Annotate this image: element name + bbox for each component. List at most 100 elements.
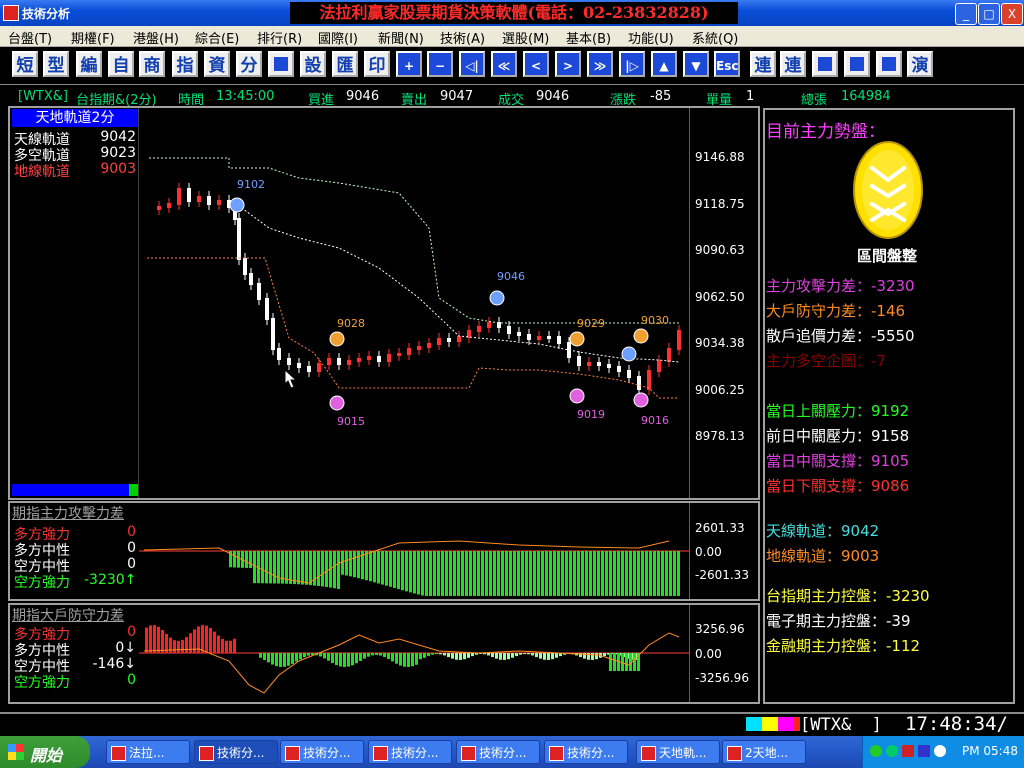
- task-app-icon: [373, 746, 388, 761]
- toolbar-button-21[interactable]: ▼: [683, 51, 709, 77]
- toolbar-button-16[interactable]: <: [523, 51, 549, 77]
- menu-item-0[interactable]: 台盤(T): [8, 28, 52, 47]
- candle-body: [377, 356, 381, 362]
- menu-item-11[interactable]: 系統(Q): [692, 28, 738, 47]
- toolbar-button-9[interactable]: 設: [300, 51, 326, 77]
- task-app-icon: [461, 746, 476, 761]
- histogram-bar: [527, 653, 530, 655]
- candle-body: [257, 283, 261, 300]
- defense-row-label: 空方強力: [14, 675, 70, 691]
- menu-item-7[interactable]: 技術(A): [440, 28, 485, 47]
- toolbar-button-2[interactable]: 編: [76, 51, 102, 77]
- toolbar-button-12[interactable]: +: [396, 51, 422, 77]
- candle-body: [627, 370, 631, 378]
- minimize-button[interactable]: _: [955, 3, 977, 25]
- taskbar-task[interactable]: 技術分...: [368, 740, 452, 764]
- taskbar-task[interactable]: 天地軌...: [636, 740, 720, 764]
- histogram-bar: [529, 551, 532, 596]
- histogram-bar: [267, 653, 270, 663]
- defense-row-value: 0↓: [115, 640, 136, 656]
- candlestick-chart[interactable]: 9102 9046 9028 9029 9030 9015 9019 9016: [139, 108, 689, 496]
- toolbar-button-10[interactable]: 匯: [332, 51, 358, 77]
- toolbar-button-1[interactable]: 型: [43, 51, 69, 77]
- histogram-bar: [349, 551, 352, 577]
- toolbar-button-13[interactable]: −: [427, 51, 453, 77]
- toolbar-button-5[interactable]: 指: [172, 51, 198, 77]
- toolbar-button-3[interactable]: 自: [108, 51, 134, 77]
- toolbar-button-15[interactable]: ≪: [491, 51, 517, 77]
- histogram-bar: [391, 653, 394, 662]
- tray-app-icon[interactable]: [918, 745, 930, 757]
- taskbar-task[interactable]: 技術分...: [194, 740, 278, 764]
- taskbar-task[interactable]: 技術分...: [456, 740, 540, 764]
- candle-body: [587, 362, 591, 366]
- windows-logo-icon: [8, 744, 24, 760]
- menu-item-8[interactable]: 選股(M): [502, 28, 549, 47]
- histogram-bar: [581, 551, 584, 596]
- menu-item-4[interactable]: 排行(R): [257, 28, 302, 47]
- toolbar-button-17[interactable]: >: [555, 51, 581, 77]
- taskbar-task[interactable]: 技術分...: [280, 740, 364, 764]
- marker-price-label: 9030: [641, 314, 669, 327]
- toolbar-button-8[interactable]: [268, 51, 294, 77]
- histogram-bar: [153, 625, 156, 653]
- histogram-bar: [335, 653, 338, 666]
- toolbar-button-14[interactable]: ◁|: [459, 51, 485, 77]
- menu-item-6[interactable]: 新聞(N): [378, 28, 424, 47]
- menu-item-10[interactable]: 功能(U): [628, 28, 674, 47]
- toolbar-button-18[interactable]: ≫: [587, 51, 613, 77]
- histogram-bar: [625, 653, 628, 671]
- toolbar-button-26[interactable]: [844, 51, 870, 77]
- menu-item-1[interactable]: 期權(F): [71, 28, 115, 47]
- toolbar-button-25[interactable]: [812, 51, 838, 77]
- close-button[interactable]: X: [1001, 3, 1023, 25]
- toolbar-button-0[interactable]: 短: [12, 51, 38, 77]
- toolbar-button-24[interactable]: 連: [780, 51, 806, 77]
- histogram-bar: [463, 653, 466, 660]
- histogram-bar: [403, 653, 406, 667]
- toolbar-button-4[interactable]: 商: [139, 51, 165, 77]
- toolbar-button-19[interactable]: |▷: [619, 51, 645, 77]
- candle-body: [367, 356, 371, 360]
- color-swatch-yellow: [762, 717, 778, 731]
- histogram-bar: [341, 551, 344, 575]
- toolbar-button-23[interactable]: 連: [750, 51, 776, 77]
- marker-price-label: 9029: [577, 317, 605, 330]
- candle-body: [217, 200, 221, 205]
- histogram-bar: [449, 551, 452, 596]
- taskbar-task[interactable]: 2天地...: [722, 740, 806, 764]
- toolbar-button-11[interactable]: 印: [364, 51, 390, 77]
- toolbar-button-20[interactable]: ▲: [651, 51, 677, 77]
- histogram-bar: [469, 551, 472, 596]
- tray-app-icon[interactable]: [870, 745, 882, 757]
- candle-body: [607, 364, 611, 368]
- sub1-title: 期指主力攻擊力差: [12, 506, 124, 522]
- histogram-bar: [543, 653, 546, 660]
- menu-item-9[interactable]: 基本(B): [566, 28, 611, 47]
- info-line: 電子期主力控盤：-39: [766, 612, 911, 630]
- histogram-bar: [317, 551, 320, 586]
- tray-speaker-icon[interactable]: [934, 745, 946, 757]
- toolbar-button-28[interactable]: 演: [907, 51, 933, 77]
- toolbar-button-27[interactable]: [876, 51, 902, 77]
- tray-app-icon[interactable]: [886, 745, 898, 757]
- candle-body: [557, 336, 561, 344]
- histogram-bar: [419, 653, 422, 660]
- histogram-bar: [249, 551, 252, 569]
- maximize-button[interactable]: □: [978, 3, 1000, 25]
- menu-item-2[interactable]: 港盤(H): [133, 28, 179, 47]
- bottom-symbol: [WTX& ]: [800, 715, 882, 735]
- histogram-bar: [649, 551, 652, 596]
- toolbar-button-6[interactable]: 資: [204, 51, 230, 77]
- histogram-bar: [145, 627, 148, 653]
- taskbar-task[interactable]: 法拉...: [106, 740, 190, 764]
- taskbar-task[interactable]: 技術分...: [544, 740, 628, 764]
- start-button[interactable]: 開始: [0, 736, 90, 768]
- menu-item-3[interactable]: 綜合(E): [195, 28, 239, 47]
- menu-item-5[interactable]: 國際(I): [318, 28, 358, 47]
- scroll-thumb[interactable]: [129, 484, 138, 496]
- toolbar-button-22[interactable]: Esc: [714, 51, 740, 77]
- toolbar-button-7[interactable]: 分: [236, 51, 262, 77]
- tray-app-icon[interactable]: [902, 745, 914, 757]
- scroll-bar[interactable]: [12, 484, 138, 496]
